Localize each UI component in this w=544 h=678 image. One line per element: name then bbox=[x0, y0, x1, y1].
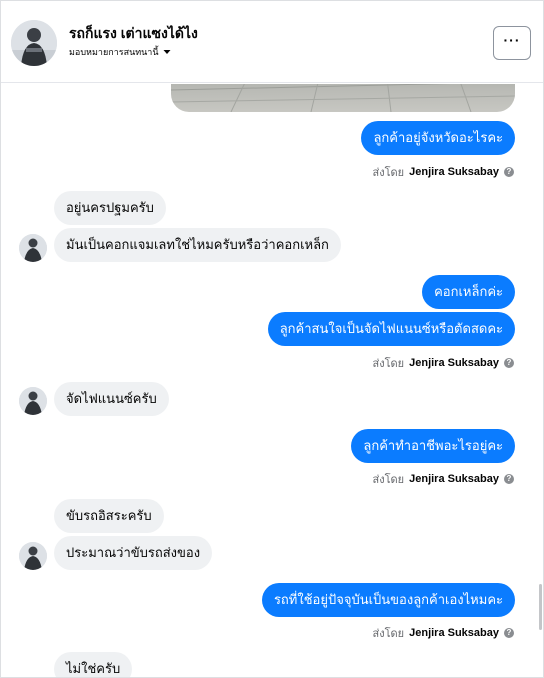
help-icon[interactable]: ? bbox=[504, 628, 514, 638]
agent-name[interactable]: Jenjira Suksabay bbox=[409, 357, 499, 369]
incoming-message[interactable]: ประมาณว่าขับรถส่งของ bbox=[54, 536, 213, 570]
scrollbar[interactable] bbox=[539, 584, 542, 630]
help-icon[interactable]: ? bbox=[504, 358, 514, 368]
help-icon[interactable]: ? bbox=[504, 167, 514, 177]
sent-by-label: ส่งโดย Jenjira Suksabay ? bbox=[373, 163, 514, 181]
conversation-header: รถก็แรง เต่าแซงได้ไง มอบหมายการสนทนานี้ … bbox=[1, 1, 543, 83]
incoming-message[interactable]: มันเป็นคอกแจมเลทใช่ไหมครับหรือว่าคอกเหล็… bbox=[54, 228, 341, 262]
more-options-button[interactable]: ··· bbox=[493, 26, 531, 60]
outgoing-message[interactable]: รถที่ใช้อยู่ปัจจุบันเป็นของลูกค้าเองไหมค… bbox=[261, 583, 515, 617]
outgoing-message[interactable]: ลูกค้าทำอาชีพอะไรอยู่คะ bbox=[351, 429, 515, 463]
more-options-icon: ··· bbox=[503, 32, 521, 48]
agent-name[interactable]: Jenjira Suksabay bbox=[409, 473, 499, 485]
incoming-message[interactable]: ไม่ใช่ครับ bbox=[54, 652, 133, 677]
sent-by-label: ส่งโดย Jenjira Suksabay ? bbox=[373, 354, 514, 372]
outgoing-message[interactable]: คอกเหล็กค่ะ bbox=[422, 275, 515, 309]
contact-avatar-small[interactable] bbox=[19, 387, 47, 415]
incoming-message[interactable]: จัดไฟแนนซ์ครับ bbox=[54, 382, 169, 416]
agent-name[interactable]: Jenjira Suksabay bbox=[409, 627, 499, 639]
outgoing-message[interactable]: ลูกค้าสนใจเป็นจัดไฟแนนซ์หรือตัดสดคะ bbox=[267, 312, 515, 346]
help-icon[interactable]: ? bbox=[504, 474, 514, 484]
contact-avatar[interactable] bbox=[11, 20, 57, 66]
contact-avatar-small[interactable] bbox=[19, 542, 47, 570]
message-thread[interactable]: ลูกค้าอยู่จังหวัดอะไรคะ ส่งโดย Jenjira S… bbox=[1, 84, 543, 677]
contact-avatar-small[interactable] bbox=[19, 234, 47, 262]
caret-down-icon bbox=[163, 50, 171, 54]
messenger-panel: รถก็แรง เต่าแซงได้ไง มอบหมายการสนทนานี้ … bbox=[0, 0, 544, 678]
assign-conversation-dropdown[interactable]: มอบหมายการสนทนานี้ bbox=[69, 45, 171, 59]
incoming-message[interactable]: อยู่นครปฐมครับ bbox=[54, 191, 166, 225]
agent-name[interactable]: Jenjira Suksabay bbox=[409, 166, 499, 178]
sent-by-label: ส่งโดย Jenjira Suksabay ? bbox=[373, 470, 514, 488]
shared-photo[interactable] bbox=[171, 84, 515, 112]
contact-name[interactable]: รถก็แรง เต่าแซงได้ไง bbox=[69, 23, 198, 45]
outgoing-message[interactable]: ลูกค้าอยู่จังหวัดอะไรคะ bbox=[361, 121, 515, 155]
incoming-message[interactable]: ขับรถอิสระครับ bbox=[54, 499, 164, 533]
assign-conversation-label: มอบหมายการสนทนานี้ bbox=[69, 47, 159, 57]
sent-by-label: ส่งโดย Jenjira Suksabay ? bbox=[373, 624, 514, 642]
